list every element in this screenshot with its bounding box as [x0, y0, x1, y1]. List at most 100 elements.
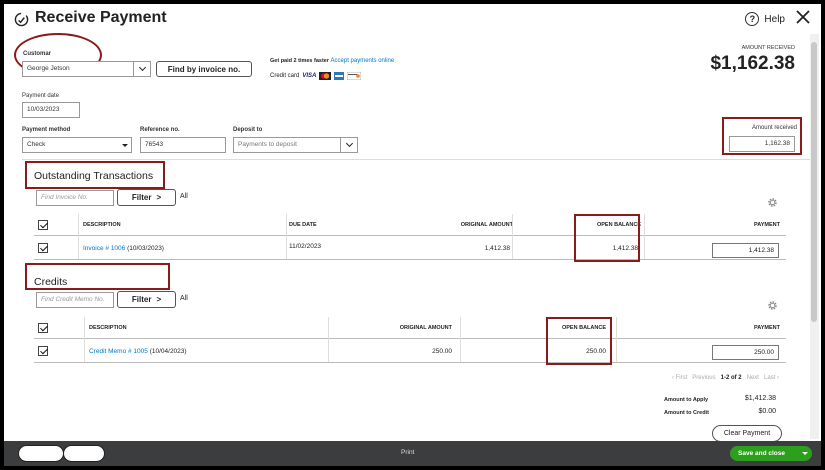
reference-label: Reference no. [140, 127, 180, 133]
credit-memo-search-input[interactable]: Find Credit Memo No. [36, 292, 114, 308]
credits-all-label: All [180, 295, 188, 302]
promo-text: Get paid 2 times faster Accept payments … [270, 58, 394, 64]
save-and-close-label: Save and close [738, 450, 785, 457]
gear-icon[interactable] [767, 197, 778, 208]
scrollbar[interactable] [810, 34, 819, 439]
close-icon[interactable] [795, 9, 811, 25]
credit-payment-input[interactable]: 250.00 [712, 345, 779, 360]
outstanding-table-header: DESCRIPTION DUE DATE ORIGINAL AMOUNT OPE… [34, 214, 786, 236]
save-and-close-button[interactable]: Save and close [730, 446, 812, 461]
accept-payments-link[interactable]: Accept payments online [331, 58, 395, 64]
previous-page-link[interactable]: Previous [692, 375, 715, 381]
amount-received-field[interactable]: 1,162.38 [729, 136, 795, 152]
col-due-date: DUE DATE [289, 222, 317, 228]
filter-label: Filter [131, 193, 152, 202]
print-button[interactable]: Print [401, 449, 414, 456]
table-row: Invoice # 1006 (10/03/2023) 11/02/2023 1… [34, 236, 786, 260]
reference-field[interactable]: 76543 [140, 137, 226, 153]
amount-received-total: $1,162.38 [710, 53, 795, 74]
row-checkbox[interactable] [38, 243, 48, 253]
due-date: 11/02/2023 [289, 243, 322, 250]
payment-date-field[interactable]: 10/03/2023 [22, 102, 80, 118]
amex-icon [334, 72, 345, 80]
amount-received-label-top: AMOUNT RECEIVED [741, 45, 795, 51]
col-original-amount: ORIGINAL AMOUNT [460, 222, 513, 228]
clear-payment-button[interactable]: Clear Payment [712, 425, 782, 442]
last-page-link[interactable]: Last › [764, 375, 779, 381]
credit-description: Credit Memo # 1005 (10/04/2023) [89, 348, 187, 355]
col-payment: PAYMENT [754, 325, 780, 331]
credits-title: Credits [34, 276, 68, 288]
payment-method-field[interactable]: Check [22, 137, 132, 153]
table-row: Credit Memo # 1005 (10/04/2023) 250.00 2… [34, 339, 786, 363]
original-amount: 1,412.38 [484, 245, 510, 252]
credit-card-label: Credit card [270, 73, 300, 79]
outstanding-filter-button[interactable]: Filter > [117, 189, 176, 206]
credit-card-row: Credit card VISA [270, 72, 362, 80]
section-band [22, 159, 812, 160]
help-button[interactable]: ? Help [745, 12, 785, 26]
filter-label: Filter [131, 295, 152, 304]
caret-down-icon[interactable] [802, 452, 808, 455]
col-description: DESCRIPTION [83, 222, 121, 228]
filter-chevron-icon: > [156, 193, 162, 202]
credit-open-balance-highlight [546, 317, 612, 365]
chevron-down-icon [138, 63, 146, 72]
invoice-date: (10/03/2023) [127, 245, 164, 252]
amount-received-label: Amount received [751, 125, 797, 131]
footer-pill-button-left[interactable] [18, 445, 64, 462]
amount-to-credit-label: Amount to Credit [664, 410, 709, 416]
customer-label: Customar [23, 51, 52, 57]
outstanding-all-label: All [180, 193, 188, 200]
customer-dropdown-button[interactable] [133, 61, 151, 77]
scrollbar-thumb[interactable] [811, 42, 817, 322]
open-balance-highlight [574, 214, 640, 262]
next-page-link[interactable]: Next [747, 375, 759, 381]
credit-memo-link[interactable]: Credit Memo # 1005 [89, 348, 148, 355]
credits-filter-button[interactable]: Filter > [117, 291, 176, 308]
help-label: Help [764, 13, 785, 25]
filter-chevron-icon: > [156, 295, 162, 304]
mastercard-icon [319, 72, 332, 80]
chevron-down-icon [345, 139, 353, 148]
outstanding-title: Outstanding Transactions [34, 170, 154, 182]
gear-icon[interactable] [767, 300, 778, 311]
col-original-amount: ORIGINAL AMOUNT [399, 325, 452, 331]
find-by-invoice-button[interactable]: Find by invoice no. [156, 61, 252, 77]
deposit-to-field[interactable]: Payments to deposit [233, 137, 341, 153]
col-payment: PAYMENT [754, 222, 780, 228]
page-title: Receive Payment [35, 9, 167, 26]
amount-to-apply-label: Amount to Apply [664, 397, 709, 403]
credits-table-header: DESCRIPTION ORIGINAL AMOUNT OPEN BALANCE… [34, 317, 786, 339]
amount-to-credit-value: $0.00 [758, 408, 776, 415]
receive-payment-icon [14, 12, 29, 27]
payment-method-label: Payment method [22, 127, 71, 133]
select-all-checkbox[interactable] [38, 323, 48, 333]
col-description: DESCRIPTION [89, 325, 127, 331]
discover-icon [347, 72, 362, 80]
payment-date-label: Payment date [22, 93, 60, 99]
promo-fast-text: Get paid 2 times faster [270, 58, 329, 64]
page-range: 1-2 of 2 [720, 375, 742, 381]
footer-pill-button-right[interactable] [63, 445, 105, 462]
visa-logo: VISA [302, 73, 317, 79]
row-checkbox[interactable] [38, 346, 48, 356]
original-amount: 250.00 [432, 348, 452, 355]
customer-field[interactable]: George Jetson [22, 61, 134, 77]
amount-to-apply-value: $1,412.38 [744, 395, 776, 402]
invoice-link[interactable]: Invoice # 1006 [83, 245, 125, 252]
invoice-description: Invoice # 1006 (10/03/2023) [83, 245, 164, 252]
credit-memo-date: (10/04/2023) [149, 348, 187, 355]
first-page-link[interactable]: ‹ First [672, 375, 687, 381]
deposit-to-dropdown-button[interactable] [340, 137, 358, 153]
help-icon: ? [745, 12, 760, 26]
receive-payment-window: Receive Payment ? Help Customar George J… [4, 4, 821, 466]
invoice-search-input[interactable]: Find Invoice No. [36, 190, 114, 206]
pagination: ‹ First Previous 1-2 of 2 Next Last › [672, 375, 779, 381]
payment-input[interactable]: 1,412.38 [712, 243, 779, 258]
footer-bar: Print Save and close [4, 441, 821, 466]
header: Receive Payment ? Help [4, 4, 821, 34]
deposit-to-label: Deposit to [233, 127, 263, 133]
select-all-checkbox[interactable] [38, 220, 48, 230]
payment-method-caret[interactable] [122, 144, 128, 147]
